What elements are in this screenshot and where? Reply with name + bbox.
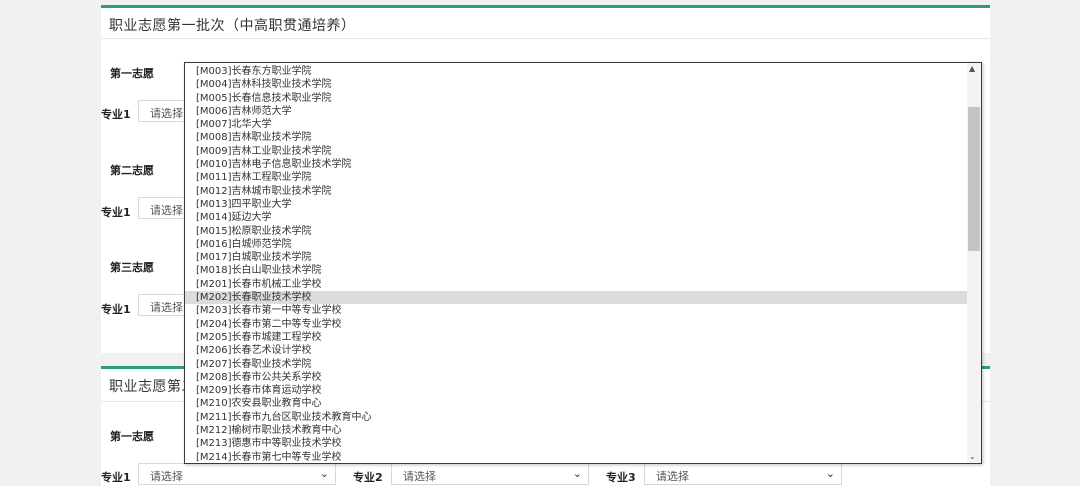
- dropdown-option[interactable]: [M014]延边大学: [185, 211, 967, 224]
- dropdown-option[interactable]: [M003]长春东方职业学院: [185, 65, 967, 78]
- chevron-down-icon: ⌄: [825, 467, 835, 480]
- first-choice-label-2: 第一志愿: [110, 430, 154, 443]
- scroll-down-arrow-icon[interactable]: ⌄: [969, 452, 976, 461]
- dropdown-option[interactable]: [M006]吉林师范大学: [185, 105, 967, 118]
- scroll-up-arrow-icon[interactable]: ▲: [969, 64, 975, 73]
- dropdown-option[interactable]: [M015]松原职业技术学院: [185, 225, 967, 238]
- dropdown-option[interactable]: [M007]北华大学: [185, 118, 967, 131]
- dropdown-option[interactable]: [M208]长春市公共关系学校: [185, 371, 967, 384]
- dropdown-option[interactable]: [M214]长春市第七中等专业学校: [185, 451, 967, 463]
- dropdown-option[interactable]: [M010]吉林电子信息职业技术学院: [185, 158, 967, 171]
- dropdown-option[interactable]: [M202]长春职业技术学校: [185, 291, 967, 305]
- chevron-down-icon: ⌄: [572, 467, 582, 480]
- dropdown-option[interactable]: [M212]榆树市职业技术教育中心: [185, 424, 967, 437]
- dropdown-option[interactable]: [M203]长春市第一中等专业学校: [185, 304, 967, 317]
- dropdown-option[interactable]: [M204]长春市第二中等专业学校: [185, 318, 967, 331]
- dropdown-option[interactable]: [M016]白城师范学院: [185, 238, 967, 251]
- dropdown-option[interactable]: [M201]长春市机械工业学校: [185, 278, 967, 291]
- third-choice-label: 第三志愿: [110, 261, 154, 274]
- dropdown-option[interactable]: [M004]吉林科技职业技术学院: [185, 78, 967, 91]
- dropdown-scrollbar[interactable]: ▲ ⌄: [967, 63, 981, 463]
- major1-label-3: 专业1: [101, 303, 131, 316]
- dropdown-option[interactable]: [M018]长白山职业技术学院: [185, 264, 967, 277]
- school-dropdown-list[interactable]: [M003]长春东方职业学院 [M004]吉林科技职业技术学院 [M005]长春信息…: [184, 62, 982, 464]
- dropdown-option[interactable]: [M008]吉林职业技术学院: [185, 131, 967, 144]
- divider: [101, 38, 990, 39]
- dropdown-options: [M003]长春东方职业学院 [M004]吉林科技职业技术学院 [M005]长春信息…: [185, 65, 967, 463]
- scrollbar-thumb[interactable]: [968, 107, 980, 251]
- dropdown-option[interactable]: [M012]吉林城市职业技术学院: [185, 185, 967, 198]
- dropdown-option[interactable]: [M213]德惠市中等职业技术学校: [185, 437, 967, 450]
- dropdown-option[interactable]: [M207]长春职业技术学院: [185, 358, 967, 371]
- dropdown-option[interactable]: [M211]长春市九台区职业技术教育中心: [185, 411, 967, 424]
- major1-label-2: 专业1: [101, 206, 131, 219]
- major2-select-b2[interactable]: 请选择 ⌄: [391, 463, 589, 485]
- section-title: 职业志愿第一批次（中高职贯通培养）: [109, 18, 356, 34]
- first-choice-label: 第一志愿: [110, 67, 154, 80]
- chevron-down-icon: ⌄: [319, 467, 329, 480]
- second-choice-label: 第二志愿: [110, 164, 154, 177]
- major1-select-b2[interactable]: 请选择 ⌄: [138, 463, 336, 485]
- major1-label: 专业1: [101, 108, 131, 121]
- dropdown-option[interactable]: [M017]白城职业技术学院: [185, 251, 967, 264]
- dropdown-option[interactable]: [M005]长春信息技术职业学院: [185, 92, 967, 105]
- dropdown-option[interactable]: [M205]长春市城建工程学校: [185, 331, 967, 344]
- dropdown-option[interactable]: [M209]长春市体育运动学校: [185, 384, 967, 397]
- dropdown-option[interactable]: [M210]农安县职业教育中心: [185, 397, 967, 410]
- dropdown-option[interactable]: [M011]吉林工程职业学院: [185, 171, 967, 184]
- dropdown-option[interactable]: [M013]四平职业大学: [185, 198, 967, 211]
- major3-select-b2[interactable]: 请选择 ⌄: [644, 463, 842, 485]
- dropdown-option[interactable]: [M206]长春艺术设计学校: [185, 344, 967, 357]
- dropdown-option[interactable]: [M009]吉林工业职业技术学院: [185, 145, 967, 158]
